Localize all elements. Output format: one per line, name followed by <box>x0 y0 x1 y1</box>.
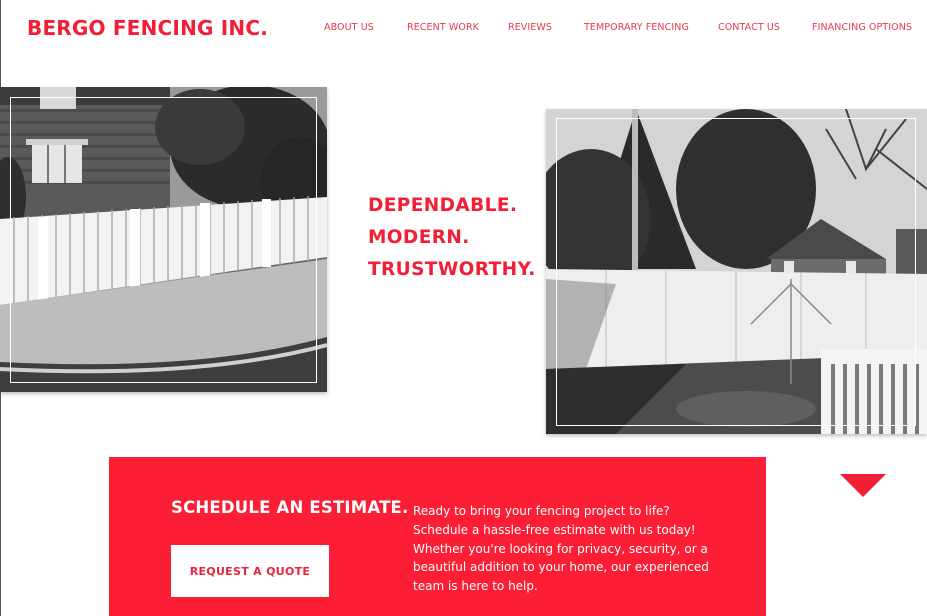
nav-financing-options[interactable]: FINANCING OPTIONS <box>812 22 912 33</box>
photo-picket-fence <box>0 87 327 392</box>
hero-tagline: DEPENDABLE. MODERN. TRUSTWORTHY. <box>368 190 536 286</box>
estimate-description: Ready to bring your fencing project to l… <box>413 504 709 594</box>
triangle-down-icon[interactable] <box>840 474 886 497</box>
nav-contact-us[interactable]: CONTACT US <box>718 22 780 33</box>
photo-privacy-fence <box>546 109 927 434</box>
request-quote-button[interactable]: REQUEST A QUOTE <box>171 545 329 597</box>
nav-recent-work[interactable]: RECENT WORK <box>407 22 479 33</box>
main-nav: ABOUT US RECENT WORK REVIEWS TEMPORARY F… <box>0 22 927 36</box>
nav-reviews[interactable]: REVIEWS <box>508 22 552 33</box>
tagline-modern: MODERN. <box>368 227 470 248</box>
nav-about-us[interactable]: ABOUT US <box>324 22 374 33</box>
schedule-estimate-section: SCHEDULE AN ESTIMATE. REQUEST A QUOTE Re… <box>109 457 766 616</box>
tagline-dependable: DEPENDABLE. <box>368 195 518 216</box>
estimate-title: SCHEDULE AN ESTIMATE. <box>171 498 409 517</box>
tagline-trustworthy: TRUSTWORTHY. <box>368 259 536 280</box>
nav-temporary-fencing[interactable]: TEMPORARY FENCING <box>584 22 689 33</box>
